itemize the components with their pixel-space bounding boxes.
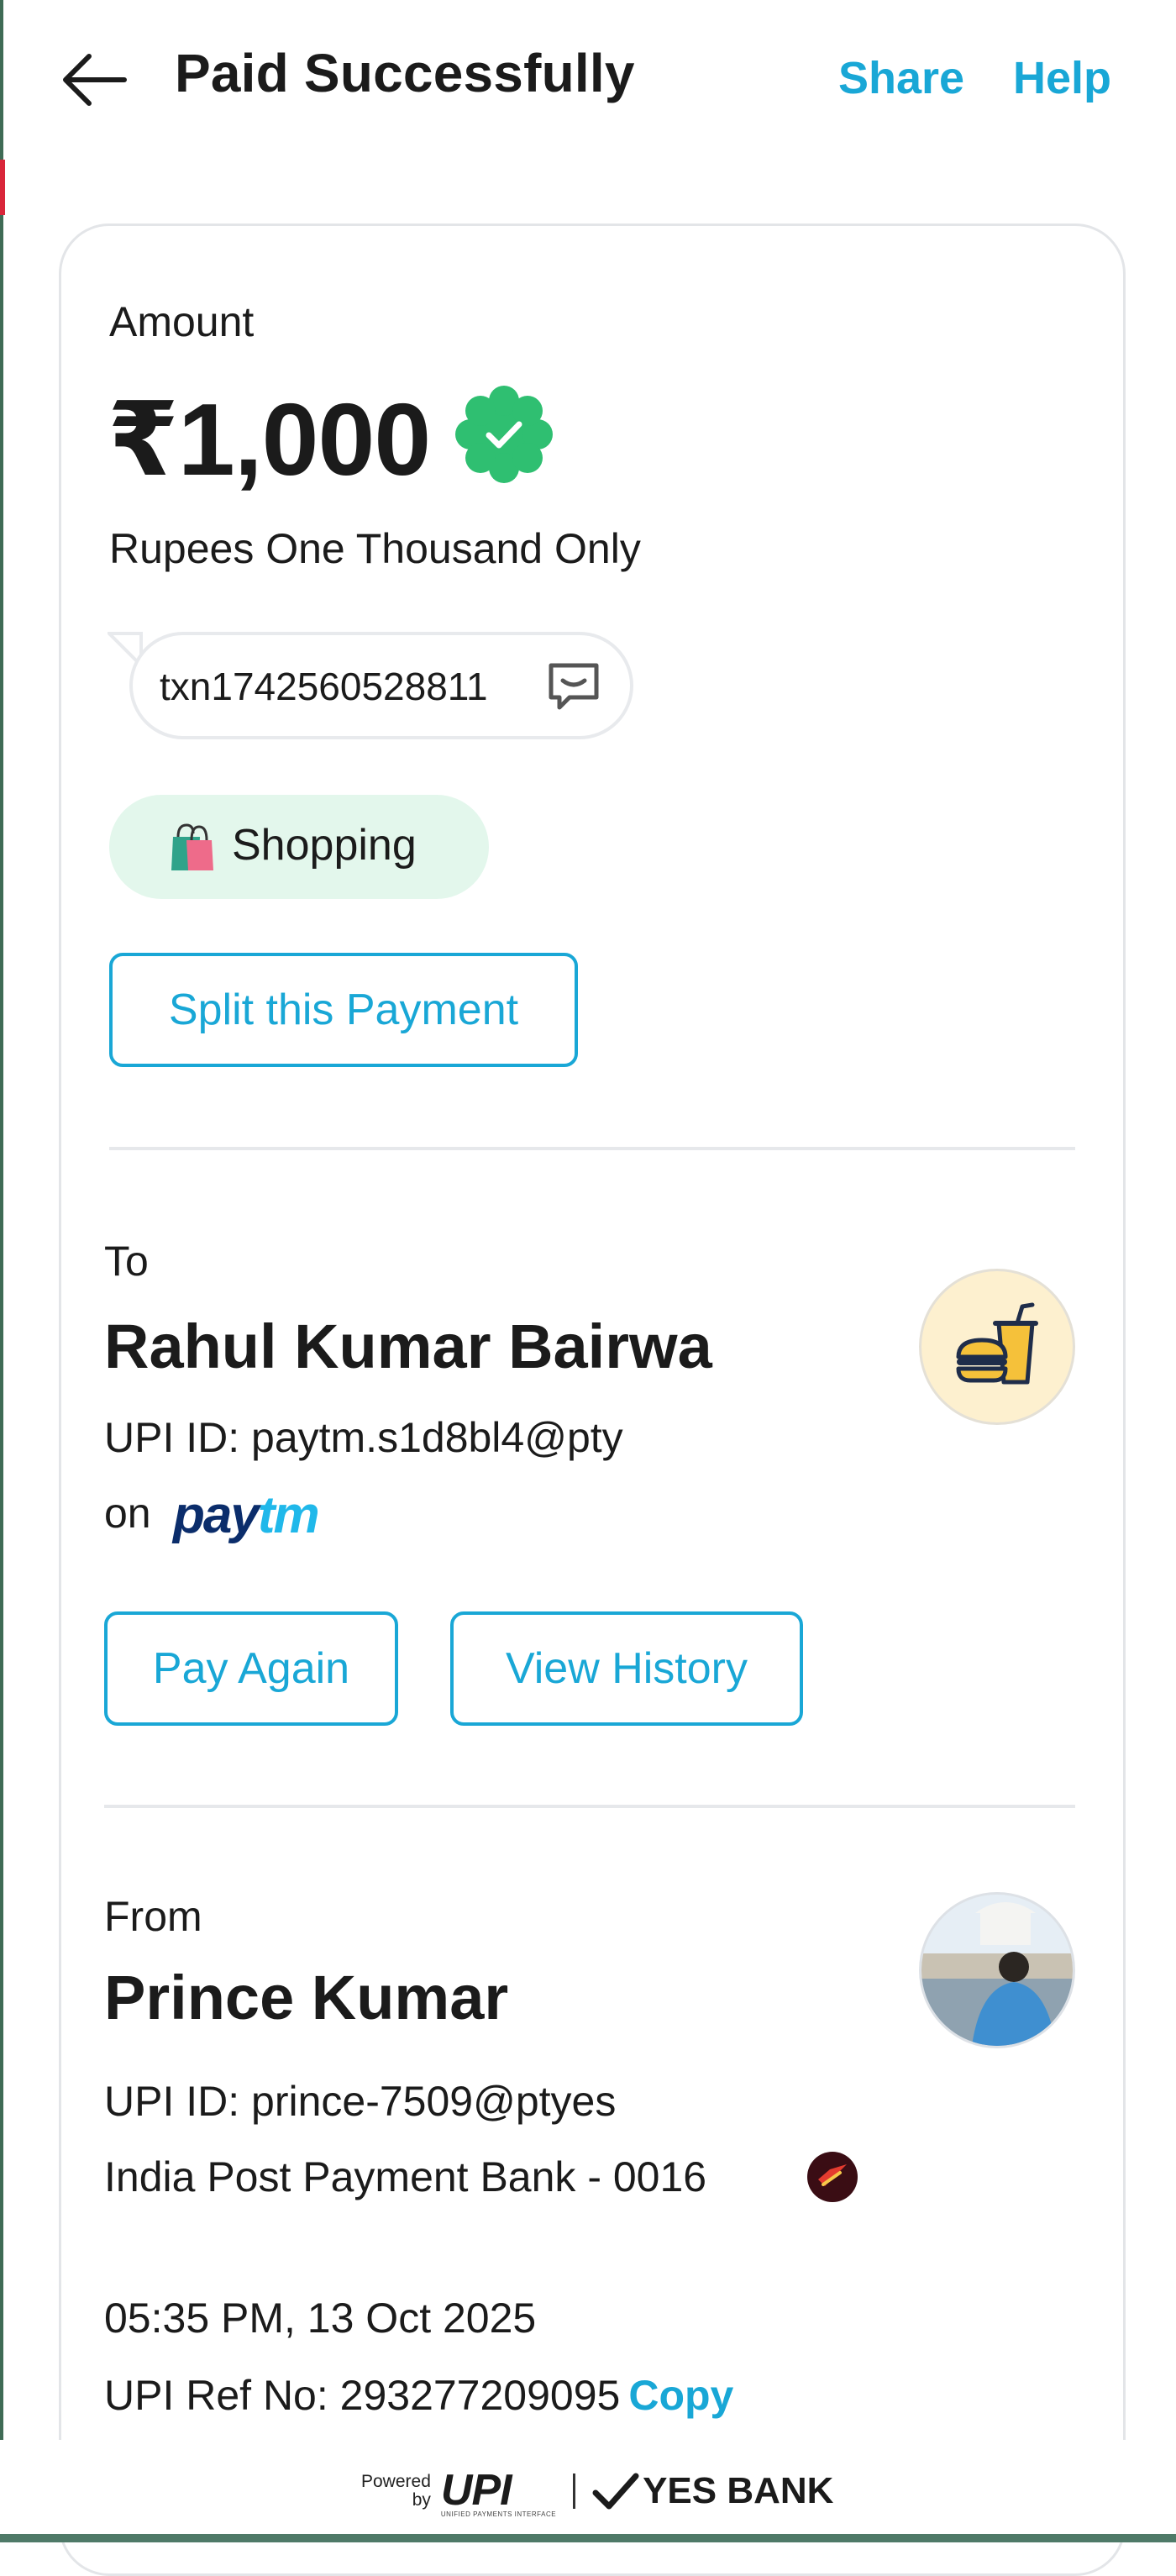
top-header: Paid Successfully Share Help: [0, 0, 1176, 160]
arrow-left-icon: [63, 54, 127, 106]
pay-again-button[interactable]: Pay Again: [104, 1611, 398, 1726]
upi-logo: UPI UNIFIED PAYMENTS INTERFACE: [440, 2465, 557, 2518]
recipient-name: Rahul Kumar Bairwa: [104, 1312, 712, 1381]
shopping-bag-icon: [171, 823, 213, 870]
page-title: Paid Successfully: [175, 43, 635, 103]
amount-label: Amount: [109, 298, 255, 345]
bottom-edge-strip: [0, 2534, 1176, 2542]
upi-reference-number: UPI Ref No: 293277209095: [104, 2372, 621, 2419]
india-post-icon: [807, 2152, 858, 2202]
checkmark-icon: [592, 2473, 639, 2510]
help-button[interactable]: Help: [1013, 52, 1111, 104]
powered-by-footer: Powered by UPI UNIFIED PAYMENTS INTERFAC…: [361, 2462, 833, 2521]
left-edge-strip: [0, 0, 3, 2542]
copy-reference-button[interactable]: Copy: [628, 2372, 733, 2419]
recipient-avatar: [919, 1269, 1075, 1425]
share-button[interactable]: Share: [838, 52, 964, 104]
amount-value: ₹1,000: [108, 382, 431, 497]
footer-separator: [573, 2473, 576, 2509]
transaction-datetime: 05:35 PM, 13 Oct 2025: [104, 2295, 537, 2342]
provider-on-label: on: [104, 1490, 151, 1537]
category-label: Shopping: [232, 821, 417, 870]
recipient-upi-id: UPI ID: paytm.s1d8bl4@pty: [104, 1414, 623, 1461]
sender-bank-account: India Post Payment Bank - 0016: [104, 2153, 707, 2200]
powered-by-text: Powered by: [361, 2472, 431, 2510]
split-payment-button[interactable]: Split this Payment: [109, 953, 578, 1067]
verified-badge-icon: [455, 386, 553, 483]
amount-in-words: Rupees One Thousand Only: [109, 525, 641, 572]
profile-photo-icon: [921, 1895, 1073, 2046]
paytm-logo: paytm: [173, 1486, 320, 1544]
sender-name: Prince Kumar: [104, 1963, 509, 2032]
comment-icon[interactable]: [544, 660, 603, 714]
back-button[interactable]: [59, 46, 131, 113]
sender-avatar: [919, 1892, 1075, 2048]
view-history-button[interactable]: View History: [450, 1611, 803, 1726]
yes-bank-logo: YES BANK: [592, 2470, 833, 2512]
from-label: From: [104, 1893, 202, 1940]
to-label: To: [104, 1238, 149, 1285]
section-divider: [109, 1147, 1075, 1150]
category-chip[interactable]: Shopping: [109, 795, 489, 899]
sender-upi-id: UPI ID: prince-7509@ptyes: [104, 2078, 617, 2125]
transaction-note: txn1742560528811: [160, 665, 488, 708]
section-divider: [104, 1805, 1075, 1808]
food-icon: [956, 1302, 1038, 1385]
left-edge-accent: [0, 160, 5, 215]
upi-reference: UPI Ref No: 293277209095 Copy: [104, 2371, 733, 2420]
